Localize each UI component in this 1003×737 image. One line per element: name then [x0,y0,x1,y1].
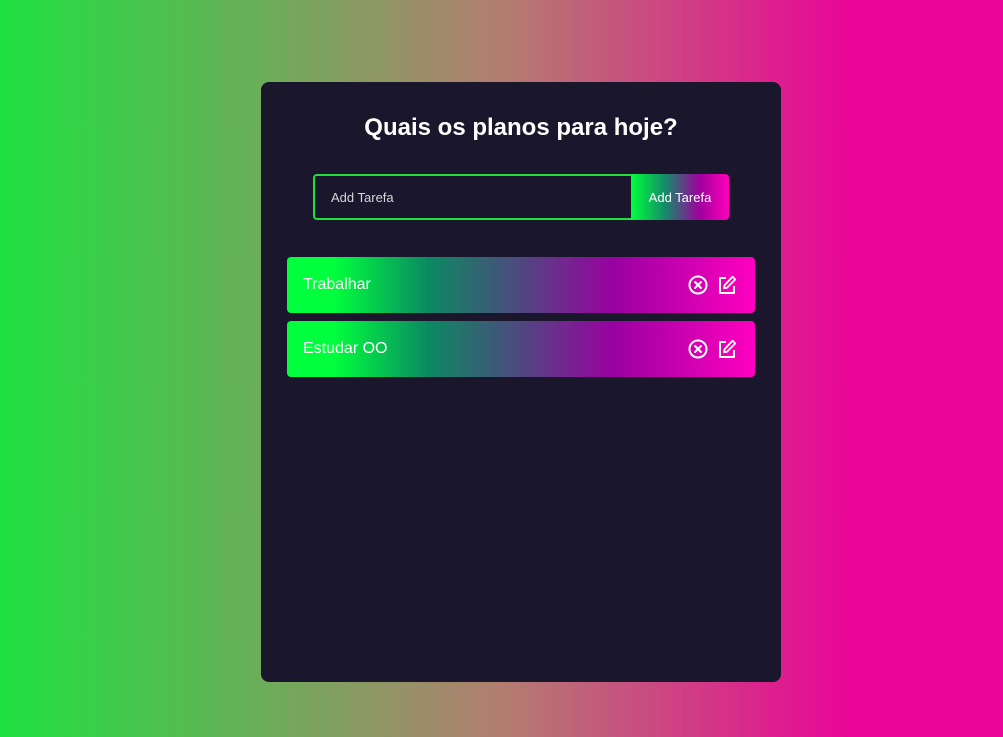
add-task-form: Add Tarefa [313,174,729,220]
add-task-button[interactable]: Add Tarefa [631,174,729,220]
todo-text: Trabalhar [303,276,371,293]
todo-item[interactable]: Trabalhar [287,257,755,313]
todo-app-panel: Quais os planos para hoje? Add Tarefa Tr… [261,82,781,682]
todo-text: Estudar OO [303,340,388,357]
todo-item[interactable]: Estudar OO [287,321,755,377]
page-title: Quais os planos para hoje? [364,114,678,141]
todo-actions [688,339,737,359]
edit-icon[interactable] [717,275,737,295]
task-input[interactable] [313,174,631,220]
todo-list: Trabalhar Estudar OO [287,257,755,385]
close-circle-icon[interactable] [688,275,708,295]
edit-icon[interactable] [717,339,737,359]
close-circle-icon[interactable] [688,339,708,359]
todo-actions [688,275,737,295]
